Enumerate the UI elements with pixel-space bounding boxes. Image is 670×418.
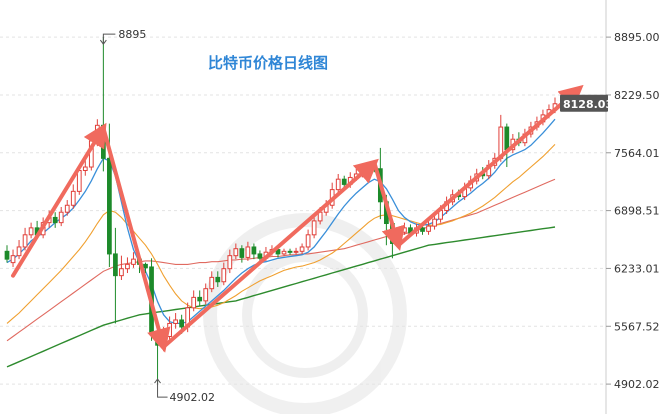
candle-body	[239, 248, 245, 258]
candle-body	[16, 246, 22, 257]
candle-body	[335, 178, 341, 191]
candlestick-chart: 8895.00 8229.50 7564.01 6898.51 6233.01 5567.…	[0, 0, 660, 417]
moving-average-orange	[6, 144, 556, 324]
candle-body	[293, 250, 299, 253]
candle-body	[191, 296, 197, 309]
candle-body	[131, 258, 136, 265]
candle	[119, 255, 124, 280]
candle	[70, 184, 76, 209]
candle-body	[426, 225, 431, 232]
candle	[281, 248, 287, 256]
y-axis-labels: 8895.00 8229.50 7564.01 6898.51 6233.01 5567.…	[606, 31, 660, 391]
candle-body	[215, 276, 221, 283]
candle-body	[432, 218, 437, 227]
candle-body	[70, 190, 76, 206]
y-tick-label: 6233.01	[614, 262, 660, 275]
candle-body	[143, 263, 148, 269]
candle-body	[179, 319, 185, 328]
candle	[100, 37, 106, 172]
y-tick-label: 8229.50	[614, 89, 660, 102]
candle	[22, 227, 28, 251]
candle-body	[311, 220, 317, 236]
low-marker-line	[157, 380, 168, 398]
candle-body	[125, 263, 130, 270]
candle-body	[341, 178, 347, 185]
candle-body	[113, 253, 118, 277]
trend-arrow	[11, 122, 107, 278]
candle	[4, 245, 10, 263]
y-tick-label: 7564.01	[614, 147, 660, 160]
candle-body	[52, 216, 58, 224]
candle-body	[420, 227, 425, 232]
y-tick-label: 4902.02	[614, 378, 660, 391]
candle	[28, 222, 34, 239]
candle-body	[209, 276, 215, 290]
candle-body	[221, 268, 227, 283]
candle-body	[28, 227, 34, 236]
chart-title: 比特币价格日线图	[208, 54, 328, 72]
candle	[131, 252, 136, 268]
candle-body	[305, 234, 311, 248]
last-price-label: 8128.03	[563, 98, 613, 111]
high-label: 8895	[118, 28, 146, 41]
candle-body	[287, 250, 293, 253]
candle-body	[167, 322, 172, 337]
candle-body	[58, 211, 64, 224]
trend-arrow	[396, 84, 584, 248]
moving-average-green	[6, 226, 556, 368]
candle-body	[504, 126, 510, 151]
candle-body	[173, 319, 178, 324]
candle	[335, 173, 341, 194]
candle-body	[299, 246, 305, 252]
watermark-logo	[203, 213, 407, 417]
low-label: 4902.02	[170, 391, 216, 404]
candle-body	[245, 246, 251, 258]
candle-body	[119, 268, 124, 277]
candle-body	[203, 288, 209, 302]
candle-body	[251, 246, 257, 255]
candle	[58, 207, 64, 227]
candle-body	[64, 204, 70, 213]
candle	[251, 243, 257, 260]
candle	[16, 240, 22, 260]
candle	[191, 290, 197, 312]
candle-body	[197, 296, 203, 302]
candle-body	[4, 250, 10, 260]
candle-body	[107, 157, 112, 255]
candle	[426, 220, 431, 235]
chart-container: 8895.00 8229.50 7564.01 6898.51 6233.01 5567.…	[0, 0, 670, 417]
candle	[125, 257, 130, 274]
candle-body	[22, 234, 28, 248]
candle	[10, 249, 16, 267]
y-tick-label: 6898.51	[614, 205, 660, 218]
trend-arrow	[101, 125, 171, 353]
grid-lines	[0, 36, 606, 385]
candle	[305, 229, 311, 251]
y-tick-label: 5567.52	[614, 320, 660, 333]
candle-body	[233, 248, 239, 257]
candle	[197, 290, 203, 307]
candle-body	[76, 170, 82, 192]
candle	[329, 182, 335, 209]
candle	[52, 212, 58, 228]
candle-body	[10, 255, 16, 264]
candle	[113, 227, 118, 324]
candle-body	[257, 253, 263, 259]
candle-body	[281, 250, 287, 255]
candle-body	[82, 166, 88, 172]
y-tick-label: 8895.00	[614, 31, 660, 44]
candle-body	[227, 255, 233, 270]
candle-body	[402, 227, 407, 233]
trend-arrow	[161, 158, 379, 349]
